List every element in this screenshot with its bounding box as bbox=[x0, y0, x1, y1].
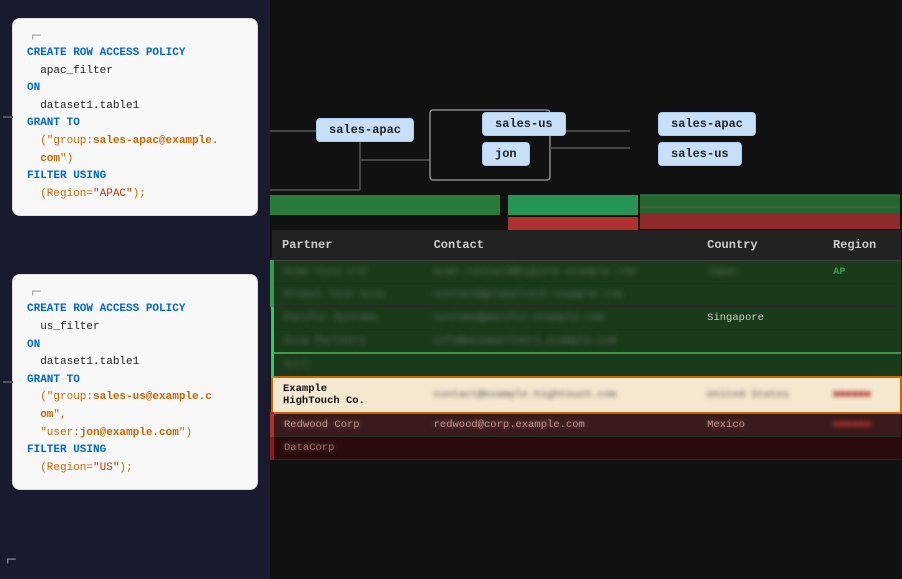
cell-country bbox=[697, 284, 823, 307]
cell-region: ■■■■■■ bbox=[823, 377, 901, 413]
col-partner: Partner bbox=[272, 230, 424, 261]
code-line-b5: GRANT TO bbox=[27, 372, 243, 390]
cell-country bbox=[697, 353, 823, 377]
cell-partner: DataCorp bbox=[272, 437, 424, 460]
code-line-b6: ("group:sales-us@example.c om", "user:jo… bbox=[27, 389, 243, 442]
code-line-3: ON bbox=[27, 80, 243, 98]
col-country: Country bbox=[697, 230, 823, 261]
label-sales-us-2: sales-us bbox=[658, 142, 742, 166]
cell-country: Mexico bbox=[697, 413, 823, 437]
cell-contact bbox=[424, 353, 698, 377]
code-block-1: ⌐ CREATE ROW ACCESS POLICY apac_filter O… bbox=[12, 18, 258, 216]
table-row: DataCorp bbox=[272, 437, 901, 460]
cell-region bbox=[823, 437, 901, 460]
cell-contact: systems@pacific.example.com bbox=[424, 307, 698, 330]
diagram-area: sales-apac sales-us jon sales-apac sales… bbox=[270, 0, 902, 230]
cell-contact: redwood@corp.example.com bbox=[424, 413, 698, 437]
data-table: Partner Contact Country Region Acme Corp… bbox=[270, 230, 902, 460]
code-line-b1: CREATE ROW ACCESS POLICY bbox=[27, 301, 243, 319]
table-row: Redwood Corp redwood@corp.example.com Me… bbox=[272, 413, 901, 437]
label-sales-apac-2: sales-apac bbox=[658, 112, 756, 136]
cell-country: Singapore bbox=[697, 307, 823, 330]
code-line-6: ("group:sales-apac@example. com") bbox=[27, 133, 243, 168]
cell-country bbox=[697, 330, 823, 354]
table-row: Global Tech Asia contact@globaltech.exam… bbox=[272, 284, 901, 307]
table-header-row: Partner Contact Country Region bbox=[272, 230, 901, 261]
table-row-selected: ExampleHighTouch Co. contact@example.hig… bbox=[272, 377, 901, 413]
code-line-8: (Region="APAC"); bbox=[27, 186, 243, 204]
code-line-b7: FILTER USING bbox=[27, 442, 243, 460]
cell-partner: Acme Corp Ltd bbox=[272, 261, 424, 284]
cell-contact bbox=[424, 437, 698, 460]
cell-partner: Global Tech Asia bbox=[272, 284, 424, 307]
cell-partner: Intl bbox=[272, 353, 424, 377]
cell-partner: Redwood Corp bbox=[272, 413, 424, 437]
code-block-2: ⌐ CREATE ROW ACCESS POLICY us_filter ON … bbox=[12, 274, 258, 490]
cell-country: Japan bbox=[697, 261, 823, 284]
label-jon: jon bbox=[482, 142, 530, 166]
cell-region bbox=[823, 307, 901, 330]
cell-region: ■■■■■■ bbox=[823, 413, 901, 437]
cell-partner: ExampleHighTouch Co. bbox=[272, 377, 424, 413]
cell-contact: info@asiapartners.example.com bbox=[424, 330, 698, 354]
cell-region bbox=[823, 330, 901, 354]
code-line-b3: ON bbox=[27, 337, 243, 355]
diagram-svg bbox=[270, 0, 902, 230]
code-line-2: apac_filter bbox=[27, 63, 243, 81]
cell-region bbox=[823, 353, 901, 377]
cell-contact: contact@globaltech.example.com bbox=[424, 284, 698, 307]
cell-contact: contact@example.hightouch.com bbox=[424, 377, 698, 413]
code-line-5: GRANT TO bbox=[27, 115, 243, 133]
left-panel: ⌐ CREATE ROW ACCESS POLICY apac_filter O… bbox=[0, 0, 270, 579]
table-row: Asia Partners info@asiapartners.example.… bbox=[272, 330, 901, 354]
right-panel: sales-apac sales-us jon sales-apac sales… bbox=[270, 0, 902, 579]
cell-region: AP bbox=[823, 261, 901, 284]
code-line-1: CREATE ROW ACCESS POLICY bbox=[27, 45, 243, 63]
code-line-7: FILTER USING bbox=[27, 168, 243, 186]
bottom-corner: ⌐ bbox=[6, 551, 17, 571]
code-line-b2: us_filter bbox=[27, 319, 243, 337]
cell-partner: Asia Partners bbox=[272, 330, 424, 354]
label-sales-apac-1: sales-apac bbox=[316, 118, 414, 142]
cell-contact: acme.contact@bigcorp.example.com bbox=[424, 261, 698, 284]
label-sales-us-1: sales-us bbox=[482, 112, 566, 136]
cell-country: United States bbox=[697, 377, 823, 413]
main-container: ⌐ CREATE ROW ACCESS POLICY apac_filter O… bbox=[0, 0, 902, 579]
code-line-b4: dataset1.table1 bbox=[27, 354, 243, 372]
cell-partner: Pacific Systems bbox=[272, 307, 424, 330]
cell-country bbox=[697, 437, 823, 460]
table-row: Acme Corp Ltd acme.contact@bigcorp.examp… bbox=[272, 261, 901, 284]
col-region: Region bbox=[823, 230, 901, 261]
table-area: Partner Contact Country Region Acme Corp… bbox=[270, 230, 902, 579]
cell-region bbox=[823, 284, 901, 307]
table-row: Pacific Systems systems@pacific.example.… bbox=[272, 307, 901, 330]
col-contact: Contact bbox=[424, 230, 698, 261]
code-line-b8: (Region="US"); bbox=[27, 460, 243, 478]
code-line-4: dataset1.table1 bbox=[27, 98, 243, 116]
table-row: Intl bbox=[272, 353, 901, 377]
